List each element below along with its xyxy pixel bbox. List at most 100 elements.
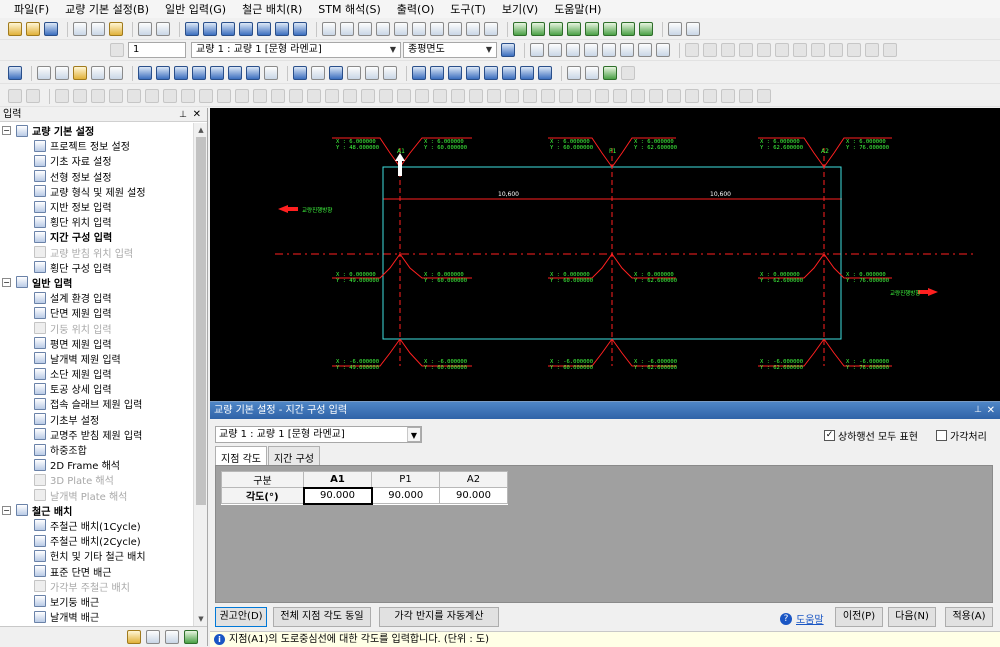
cross-section-icon[interactable] — [293, 22, 307, 36]
circle-icon[interactable] — [466, 66, 480, 80]
tree-item[interactable]: 2D Frame 해석 — [0, 457, 193, 472]
grid-header-p1[interactable]: P1 — [371, 471, 440, 488]
pin-icon[interactable]: ⊥ — [974, 402, 982, 419]
zoom-all-icon[interactable] — [246, 66, 260, 80]
grid-icon[interactable] — [365, 66, 379, 80]
grid-cell-a1[interactable]: 90.000 — [302, 486, 373, 505]
tab-span-config[interactable]: 지간 구성 — [267, 446, 320, 465]
tree-group[interactable]: − 철근 배치 — [0, 503, 193, 518]
alignment-icon[interactable] — [221, 22, 235, 36]
menu-item[interactable]: 보기(V) — [502, 1, 538, 17]
zoom-extents-icon[interactable] — [174, 66, 188, 80]
grid-header-a2[interactable]: A2 — [439, 471, 508, 488]
first-icon[interactable] — [530, 43, 544, 57]
bridge-select[interactable]: 교량 1 : 교량 1 [문형 라멘교] ▼ — [191, 42, 401, 58]
scroll-up-icon[interactable]: ▲ — [194, 123, 208, 137]
rebar-6-icon[interactable] — [603, 22, 617, 36]
layer3-icon[interactable] — [73, 66, 87, 80]
open-folder-icon[interactable] — [8, 22, 22, 36]
dim-icon[interactable] — [311, 66, 325, 80]
stm2-icon[interactable] — [686, 22, 700, 36]
check-icon[interactable] — [8, 66, 22, 80]
tree-group[interactable]: − 일반 입력 — [0, 275, 193, 290]
collapse-icon[interactable]: − — [2, 505, 11, 515]
tree-item[interactable]: 주철근 배치(2Cycle) — [0, 533, 193, 548]
grid-cell-p1[interactable]: 90.000 — [371, 487, 440, 504]
tree-item[interactable]: 선형 정보 설정 — [0, 169, 193, 184]
grid-header-a1[interactable]: A1 — [303, 471, 372, 488]
stm-icon[interactable] — [668, 22, 682, 36]
collapse-icon[interactable]: − — [2, 277, 11, 287]
menu-item[interactable]: 파일(F) — [14, 1, 49, 17]
copy-icon[interactable] — [91, 22, 105, 36]
rebar-8-icon[interactable] — [639, 22, 653, 36]
layers-icon[interactable] — [293, 66, 307, 80]
auto-skew-button[interactable]: 가각 반지를 자동계산 — [379, 607, 499, 627]
same-angle-button[interactable]: 전체 지점 각도 동일 — [273, 607, 371, 627]
tree-item[interactable]: 토공 상세 입력 — [0, 381, 193, 396]
zoom-in-icon[interactable] — [138, 66, 152, 80]
menu-item[interactable]: 도움말(H) — [554, 1, 601, 17]
menu-item[interactable]: STM 해석(S) — [318, 1, 381, 17]
snap-icon[interactable] — [538, 66, 552, 80]
layer5-icon[interactable] — [109, 66, 123, 80]
berm-icon[interactable] — [394, 22, 408, 36]
rebar-7-icon[interactable] — [621, 22, 635, 36]
export-icon[interactable] — [603, 66, 617, 80]
save-icon[interactable] — [44, 22, 58, 36]
dim2-icon[interactable] — [347, 66, 361, 80]
grid-cell-a2[interactable]: 90.000 — [439, 487, 508, 504]
polyline-icon[interactable] — [430, 66, 444, 80]
bridge-info-icon[interactable] — [185, 22, 199, 36]
folder-icon[interactable] — [127, 629, 141, 644]
zoom-window-icon[interactable] — [156, 66, 170, 80]
rotate-icon[interactable] — [502, 66, 516, 80]
view-refresh-icon[interactable] — [501, 43, 515, 57]
layer-icon[interactable] — [37, 66, 51, 80]
hand-icon[interactable] — [383, 66, 397, 80]
tree-item[interactable]: 접속 슬래브 제원 입력 — [0, 396, 193, 411]
rebar-5-icon[interactable] — [585, 22, 599, 36]
menu-item[interactable]: 일반 입력(G) — [165, 1, 226, 17]
apply-button[interactable]: 적용(A) — [945, 607, 993, 627]
cut-icon[interactable] — [73, 22, 87, 36]
checkbox-checked-icon[interactable]: ✓ — [824, 430, 835, 441]
tree-scrollbar[interactable]: ▲ ▼ — [193, 123, 207, 626]
forward-icon[interactable] — [602, 43, 616, 57]
approach-slab-icon[interactable] — [430, 22, 444, 36]
last-icon[interactable] — [656, 43, 670, 57]
circle2-icon[interactable] — [484, 66, 498, 80]
prev-button[interactable]: 이전(P) — [835, 607, 883, 627]
foundation-icon[interactable] — [448, 22, 462, 36]
tree-item[interactable]: 주철근 배치(1Cycle) — [0, 518, 193, 533]
section-icon[interactable] — [340, 22, 354, 36]
preview-icon[interactable] — [156, 22, 170, 36]
collapse-icon[interactable]: − — [2, 126, 11, 136]
rebar-1-icon[interactable] — [513, 22, 527, 36]
open-icon[interactable] — [26, 22, 40, 36]
basic-data-icon[interactable] — [203, 22, 217, 36]
tree-item[interactable]: 헌치 및 기타 철근 배치 — [0, 548, 193, 563]
prev-page-icon[interactable] — [548, 43, 562, 57]
tree-item[interactable]: 보기둥 배근 — [0, 594, 193, 609]
text-icon[interactable] — [329, 66, 343, 80]
load-comb-icon[interactable] — [466, 22, 480, 36]
excel-icon[interactable] — [184, 629, 198, 644]
bridge-type-icon[interactable] — [239, 22, 253, 36]
ground-icon[interactable] — [257, 22, 271, 36]
menu-item[interactable]: 철근 배치(R) — [242, 1, 302, 17]
cross-icon[interactable] — [448, 66, 462, 80]
checkbox-icon[interactable] — [936, 430, 947, 441]
span-icon[interactable] — [275, 22, 289, 36]
tree-item[interactable]: 소단 제원 입력 — [0, 366, 193, 381]
rebar-2-icon[interactable] — [531, 22, 545, 36]
tree-item[interactable]: 교명주 받침 제원 입력 — [0, 427, 193, 442]
tree-item[interactable]: 횡단 구성 입력 — [0, 260, 193, 275]
close-icon[interactable]: ✕ — [987, 402, 995, 419]
next-icon[interactable] — [620, 43, 634, 57]
paste-icon[interactable] — [109, 22, 123, 36]
earthwork-icon[interactable] — [412, 22, 426, 36]
zoom-plus-icon[interactable] — [192, 66, 206, 80]
zoom-prev-icon[interactable] — [228, 66, 242, 80]
layer4-icon[interactable] — [91, 66, 105, 80]
